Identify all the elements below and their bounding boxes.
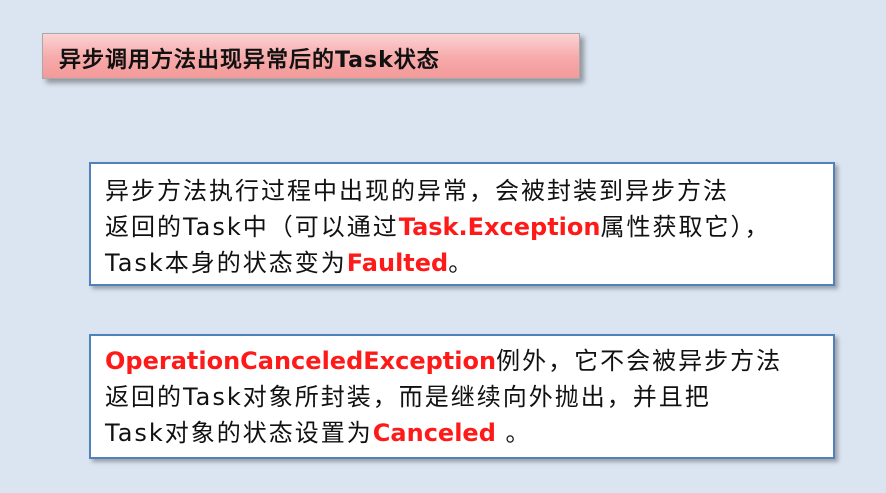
box1-line3-text-b: 。 <box>448 249 475 277</box>
box2-line1-text-b: 例外，它不会被异步方法 <box>496 347 783 375</box>
box2-line3-text-a: Task对象的状态设置为 <box>105 419 373 447</box>
slide-title: 异步调用方法出现异常后的Task状态 <box>59 48 440 73</box>
slide-title-banner: 异步调用方法出现异常后的Task状态 <box>42 33 580 79</box>
canceled-explanation-box: OperationCanceledException例外，它不会被异步方法 返回… <box>89 334 835 459</box>
box1-line1: 异步方法执行过程中出现的异常，会被封装到异步方法 <box>105 177 729 205</box>
box2-line1: OperationCanceledException例外，它不会被异步方法 <box>105 346 782 376</box>
faulted-keyword: Faulted <box>346 249 449 277</box>
box1-line2: 返回的Task中（可以通过Task.Exception属性获取它）， <box>105 212 770 242</box>
box2-line2: 返回的Task对象所封装，而是继续向外抛出，并且把 <box>105 383 711 411</box>
operation-canceled-exception-keyword: OperationCanceledException <box>105 347 497 375</box>
box1-line2-text-b: 属性获取它）， <box>600 213 771 241</box>
box1-line3-text-a: Task本身的状态变为 <box>105 249 347 277</box>
canceled-keyword: Canceled <box>372 419 496 447</box>
box1-line3: Task本身的状态变为Faulted。 <box>105 248 474 278</box>
box2-line3: Task对象的状态设置为Canceled 。 <box>105 418 532 448</box>
box1-line2-text-a: 返回的Task中（可以通过 <box>105 213 399 241</box>
task-exception-keyword: Task.Exception <box>398 213 601 241</box>
faulted-explanation-box: 异步方法执行过程中出现的异常，会被封装到异步方法 返回的Task中（可以通过Ta… <box>89 162 835 286</box>
box2-line3-text-b: 。 <box>495 419 532 447</box>
